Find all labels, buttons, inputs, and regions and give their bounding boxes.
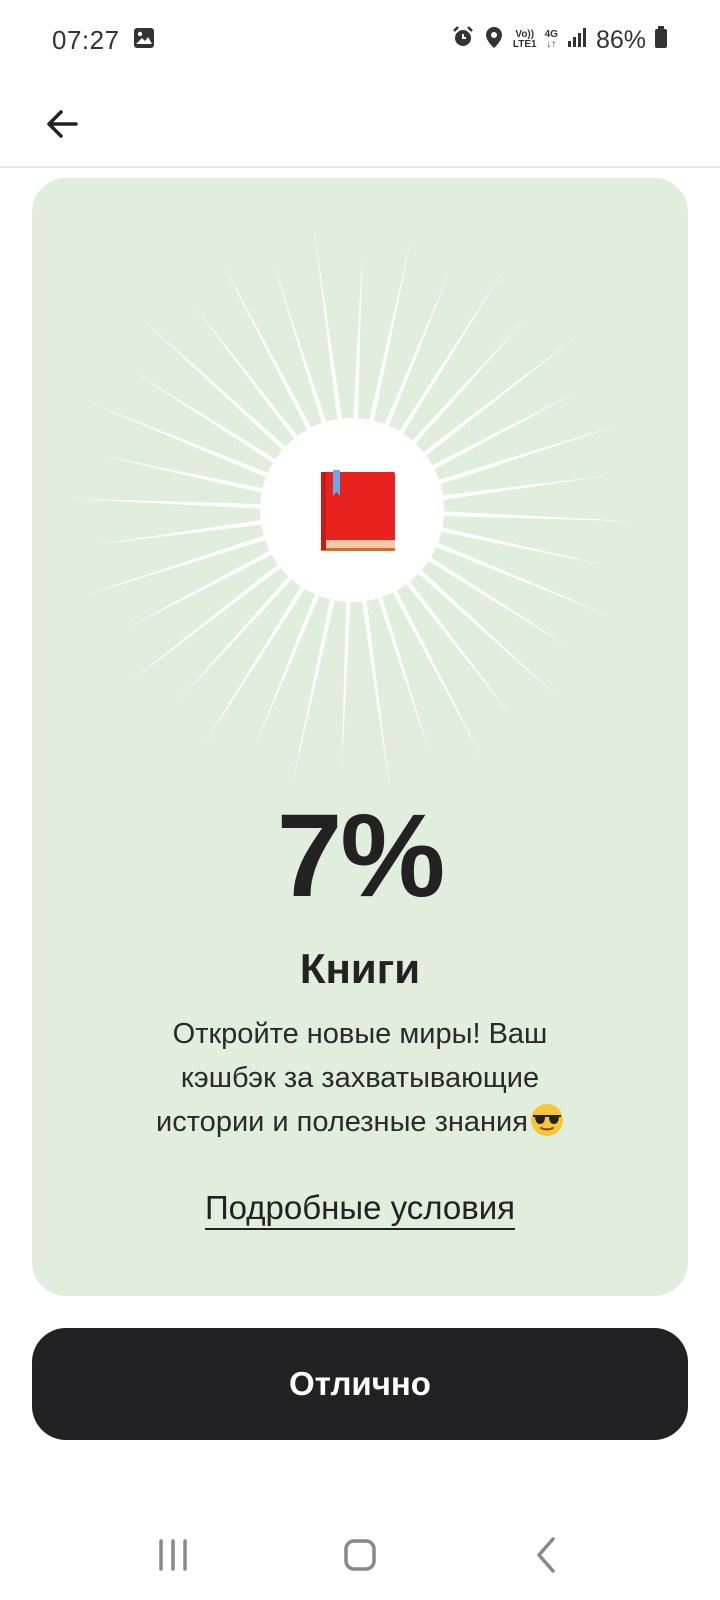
ok-button[interactable]: Отлично: [32, 1328, 688, 1440]
screen: 07:27 Vo)) LTE1 4G ↓↑ 86% 7% Книги Откро…: [0, 0, 720, 1600]
sunburst-ray: [408, 424, 621, 495]
back-nav-button[interactable]: [507, 1525, 587, 1585]
sunburst-ray: [99, 455, 295, 500]
app-bar: [0, 80, 720, 168]
description-line-2: кэшбэк за захватывающие: [180, 1062, 540, 1094]
sunburst-ray: [70, 498, 293, 511]
status-right: Vo)) LTE1 4G ↓↑ 86%: [451, 25, 668, 56]
sunburst-ray: [394, 548, 561, 700]
sunburst-ray: [220, 260, 327, 459]
home-icon: [344, 1539, 376, 1571]
arrow-left-icon: [47, 110, 78, 138]
data-arrows-glyph: ↓↑: [546, 39, 557, 50]
sunburst-ray: [357, 569, 390, 790]
description-line-3-wrap: истории и полезные знания: [122, 1100, 598, 1144]
sunburst-ray: [273, 264, 337, 454]
signal-icon: [566, 26, 588, 55]
back-button[interactable]: [32, 94, 92, 154]
recents-button[interactable]: [133, 1525, 213, 1585]
status-bar: 07:27 Vo)) LTE1 4G ↓↑ 86%: [0, 0, 720, 80]
back-icon: [536, 1537, 555, 1573]
alarm-icon: [451, 25, 475, 56]
home-button[interactable]: [320, 1525, 400, 1585]
status-time: 07:27: [52, 24, 120, 55]
terms-link[interactable]: Подробные условия: [32, 1186, 688, 1230]
image-icon: [132, 26, 156, 55]
sunburst-ray: [367, 566, 431, 756]
volte-icon: Vo)) LTE1: [513, 30, 537, 50]
cashback-percent: 7%: [276, 790, 446, 922]
description-line-1: Откройте новые миры! Ваш: [172, 1018, 548, 1050]
sunburst-ray: [201, 559, 323, 749]
status-left: 07:27: [52, 25, 156, 56]
battery-icon: [654, 25, 668, 56]
lte-label: LTE1: [512, 39, 537, 50]
sunburst-ray: [143, 320, 310, 472]
sunburst-ray: [83, 525, 296, 596]
sunburst-ray: [194, 305, 318, 465]
category-description: Откройте новые миры! Ваш кэшбэк за захва…: [122, 1012, 598, 1144]
category-card: 7% Книги Откройте новые миры! Ваш кэшбэк…: [32, 178, 688, 1296]
sunburst-ray: [403, 390, 581, 485]
sunburst-ray: [314, 230, 347, 451]
battery-percent: 86%: [595, 25, 646, 54]
sunburst-ray: [377, 561, 484, 760]
data-arrows-icon: 4G ↓↑: [545, 30, 558, 50]
sunburst-ray: [411, 509, 634, 522]
sunburst-ray: [123, 535, 301, 630]
sunburst-ray: [386, 555, 510, 715]
description-line-3: истории и полезные знания: [156, 1106, 528, 1138]
recents-icon: [159, 1539, 188, 1571]
sunburst-ray: [381, 271, 503, 461]
category-title: Книги: [299, 945, 421, 992]
sunglasses-emoji-icon: [530, 1104, 563, 1136]
red-book-icon: [321, 470, 395, 551]
terms-link-label[interactable]: Подробные условия: [204, 1189, 516, 1230]
sunburst-ray: [409, 520, 605, 565]
location-icon: [483, 25, 505, 56]
system-nav-bar: [0, 1510, 720, 1600]
